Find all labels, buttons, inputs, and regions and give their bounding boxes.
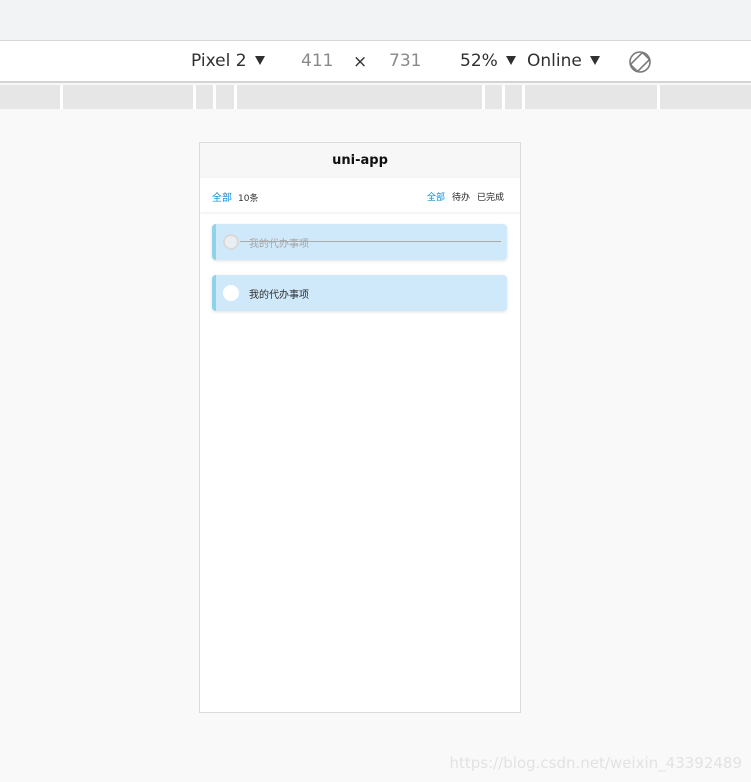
filter-tabs: 全部 待办 已完成	[420, 190, 504, 203]
device-toolbar: Pixel 2 411 × 731 52% Online	[0, 41, 751, 83]
network-select[interactable]: Online	[527, 51, 600, 71]
ruler-tick[interactable]	[60, 85, 63, 109]
network-select-label: Online	[527, 51, 582, 71]
unchecked-circle-icon[interactable]	[223, 285, 239, 301]
checked-circle-icon[interactable]	[223, 234, 239, 250]
ruler-tick[interactable]	[657, 85, 660, 109]
zoom-select[interactable]: 52%	[460, 51, 516, 71]
filter-summary: 全部 10条	[212, 189, 258, 204]
todo-item[interactable]: 我的代办事项	[212, 275, 507, 311]
ruler-tick[interactable]	[213, 85, 216, 109]
app-nav-bar: uni-app	[200, 143, 520, 178]
chevron-down-icon	[589, 56, 600, 65]
todo-count: 10条	[238, 194, 259, 204]
ruler-tick[interactable]	[522, 85, 525, 109]
rotate-icon[interactable]	[628, 50, 652, 74]
todo-text: 我的代办事项	[249, 238, 309, 250]
zoom-select-label: 52%	[460, 51, 498, 71]
tab-all[interactable]: 全部	[427, 193, 445, 203]
width-input[interactable]: 411	[301, 51, 333, 71]
dimension-times-icon: ×	[353, 52, 368, 72]
device-select[interactable]: Pixel 2	[191, 51, 265, 71]
browser-top-strip	[0, 0, 751, 41]
todo-list: 我的代办事项 我的代办事项	[200, 212, 520, 311]
filter-selected-label: 全部	[212, 193, 232, 204]
ruler-tick[interactable]	[482, 85, 485, 109]
filter-bar: 全部 10条 全部 待办 已完成	[200, 178, 520, 212]
ruler-tick[interactable]	[193, 85, 196, 109]
todo-item[interactable]: 我的代办事项	[212, 224, 507, 260]
strikethrough-line	[240, 241, 501, 242]
tab-pending[interactable]: 待办	[452, 193, 470, 203]
tab-completed[interactable]: 已完成	[477, 193, 504, 203]
height-input[interactable]: 731	[389, 51, 421, 71]
device-select-label: Pixel 2	[191, 51, 247, 71]
chevron-down-icon	[505, 56, 516, 65]
todo-text: 我的代办事项	[249, 289, 309, 301]
app-title: uni-app	[332, 153, 388, 168]
chevron-down-icon	[254, 56, 265, 65]
ruler-tick[interactable]	[502, 85, 505, 109]
phone-screen: uni-app 全部 10条 全部 待办 已完成 我的代办事项 我的代办事项	[199, 142, 521, 713]
media-query-ruler	[0, 85, 751, 109]
watermark-text: https://blog.csdn.net/weixin_43392489	[449, 754, 742, 772]
ruler-tick[interactable]	[234, 85, 237, 109]
